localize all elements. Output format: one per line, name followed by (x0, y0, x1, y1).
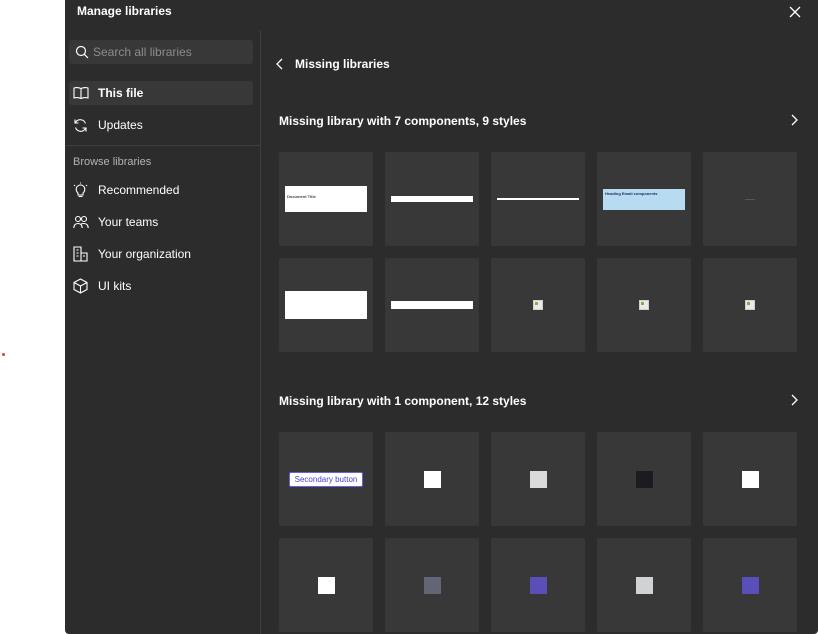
component-tile[interactable] (385, 152, 479, 246)
sidebar-item-recommended[interactable]: Recommended (69, 178, 253, 202)
sidebar-item-your-organization[interactable]: Your organization (69, 242, 253, 266)
style-tile[interactable] (491, 538, 585, 632)
dialog-title: Manage libraries (77, 4, 172, 18)
style-tile[interactable] (279, 538, 373, 632)
cube-icon (72, 278, 89, 295)
color-swatch (529, 470, 547, 488)
component-tile[interactable] (703, 152, 797, 246)
manage-libraries-dialog: Manage libraries This file Updates (65, 0, 818, 634)
lightbulb-icon (72, 182, 89, 199)
sidebar-item-label: UI kits (98, 279, 132, 293)
component-tile[interactable] (597, 258, 691, 352)
style-tile[interactable] (385, 432, 479, 526)
chevron-right-icon[interactable] (787, 393, 801, 407)
component-tile[interactable] (279, 258, 373, 352)
color-swatch (741, 576, 759, 594)
bar-thumbnail (391, 196, 473, 202)
secondary-button-preview: Secondary button (288, 471, 364, 487)
sidebar-item-your-teams[interactable]: Your teams (69, 210, 253, 234)
style-tile[interactable] (703, 432, 797, 526)
main-panel: Missing libraries Missing library with 7… (261, 30, 818, 634)
broken-image-icon (745, 300, 755, 310)
book-icon (72, 85, 89, 102)
red-marker-dot (2, 353, 5, 356)
dialog-header: Manage libraries (65, 0, 818, 26)
library-2-grid: Secondary button (279, 432, 797, 632)
document-thumbnail: Document Title (285, 186, 367, 212)
component-tile[interactable]: Document Title (279, 152, 373, 246)
library-heading-2[interactable]: Missing library with 1 component, 12 sty… (279, 394, 526, 408)
sidebar-item-label: Your teams (98, 215, 159, 229)
style-tile[interactable] (597, 538, 691, 632)
refresh-icon (72, 117, 89, 134)
component-tile[interactable]: Heading Email components (597, 152, 691, 246)
sidebar: This file Updates Browse libraries Recom… (65, 30, 261, 634)
search-icon (75, 45, 89, 59)
broken-image-icon (639, 300, 649, 310)
component-tile[interactable] (491, 258, 585, 352)
color-swatch (635, 470, 653, 488)
color-swatch (741, 470, 759, 488)
close-icon (789, 6, 801, 18)
color-swatch (423, 576, 441, 594)
empty-thumbnail (745, 198, 755, 200)
style-tile[interactable] (491, 432, 585, 526)
component-tile[interactable] (385, 258, 479, 352)
color-swatch (317, 576, 335, 594)
color-swatch (529, 576, 547, 594)
style-tile[interactable] (597, 432, 691, 526)
component-tile[interactable] (703, 258, 797, 352)
bar-thumbnail-2 (391, 301, 473, 309)
close-button[interactable] (786, 3, 804, 21)
sidebar-item-ui-kits[interactable]: UI kits (69, 274, 253, 298)
search-input[interactable] (93, 43, 243, 61)
document-thumb-title: Document Title (287, 194, 316, 199)
color-swatch (635, 576, 653, 594)
broken-image-icon (533, 300, 543, 310)
banner-thumb-title: Heading Email components (605, 190, 658, 196)
sidebar-item-label: Your organization (98, 247, 191, 261)
building-icon (72, 246, 89, 263)
color-swatch (423, 470, 441, 488)
chevron-right-icon[interactable] (787, 113, 801, 127)
sidebar-item-label: Recommended (98, 183, 180, 197)
breadcrumb-title: Missing libraries (295, 57, 390, 71)
chevron-left-icon (276, 58, 283, 70)
sidebar-item-label: This file (98, 86, 144, 100)
sidebar-divider (65, 145, 260, 146)
small-document-thumbnail (285, 291, 367, 319)
style-tile[interactable] (703, 538, 797, 632)
browse-libraries-label: Browse libraries (73, 156, 152, 168)
library-heading-1[interactable]: Missing library with 7 components, 9 sty… (279, 114, 526, 128)
style-tile[interactable] (385, 538, 479, 632)
component-tile[interactable] (491, 152, 585, 246)
search-box[interactable] (69, 40, 253, 64)
sidebar-item-updates[interactable]: Updates (69, 113, 253, 137)
back-button[interactable]: Missing libraries (275, 54, 390, 74)
library-1-grid: Document Title Heading Email components (279, 152, 797, 352)
component-tile[interactable]: Secondary button (279, 432, 373, 526)
sidebar-item-this-file[interactable]: This file (69, 81, 253, 105)
sidebar-item-label: Updates (98, 118, 143, 132)
line-thumbnail (497, 198, 579, 200)
banner-thumbnail: Heading Email components (603, 188, 685, 210)
people-icon (72, 214, 89, 231)
